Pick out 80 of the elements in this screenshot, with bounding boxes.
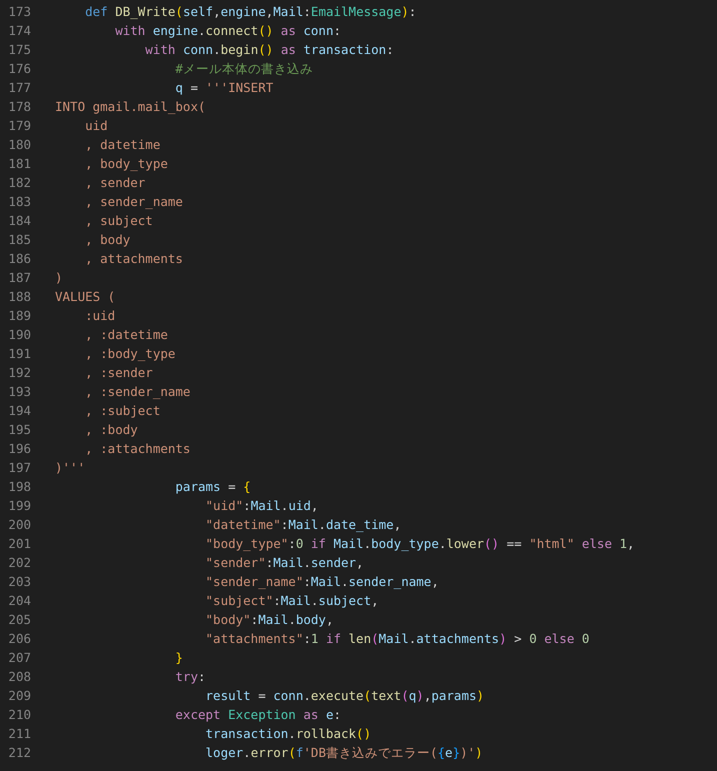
line-number: 201 — [7, 535, 31, 553]
code-line: loger.error(f'DB書き込みでエラー({e})') — [204, 744, 483, 762]
code-line: , :body — [84, 421, 138, 439]
line-number: 186 — [7, 250, 31, 268]
code-line: "subject":Mail.subject, — [204, 592, 379, 610]
line-number: 184 — [7, 212, 31, 230]
code-line: "body_type":0 if Mail.body_type.lower() == "html" else 1, — [204, 535, 635, 553]
code-line: , attachments — [84, 250, 183, 268]
code-line: INTO gmail.mail_box( — [55, 98, 206, 116]
line-number: 179 — [7, 117, 31, 135]
line-number: 188 — [7, 288, 31, 306]
code-line: , subject — [84, 212, 153, 230]
line-number: 197 — [7, 459, 31, 477]
line-number: 206 — [7, 630, 31, 648]
code-line: "attachments":1 if len(Mail.attachments) > 0 else 0 — [204, 630, 590, 648]
code-line: with engine.connect() as conn: — [114, 22, 342, 40]
line-number: 199 — [7, 497, 31, 515]
line-number: 204 — [7, 592, 31, 610]
code-line: except Exception as e: — [174, 706, 342, 724]
code-line: "datetime":Mail.date_time, — [204, 516, 402, 534]
line-number: 190 — [7, 326, 31, 344]
line-number: 202 — [7, 554, 31, 572]
code-line: , :sender_name — [84, 383, 190, 401]
line-number: 174 — [7, 22, 31, 40]
code-line: , body_type — [84, 155, 168, 173]
code-line: q = '''INSERT — [174, 79, 274, 97]
code-line: params = { — [174, 478, 251, 496]
code-line: )''' — [55, 459, 86, 477]
line-number: 189 — [7, 307, 31, 325]
line-number: 198 — [7, 478, 31, 496]
line-number: 173 — [7, 3, 31, 21]
line-number: 211 — [7, 725, 31, 743]
line-number: 203 — [7, 573, 31, 591]
line-number: 205 — [7, 611, 31, 629]
code-line: , :sender — [84, 364, 153, 382]
code-line: , :attachments — [84, 440, 190, 458]
code-line: with conn.begin() as transaction: — [144, 41, 394, 59]
line-number: 200 — [7, 516, 31, 534]
line-number: 208 — [7, 668, 31, 686]
code-line: "body":Mail.body, — [204, 611, 334, 629]
line-number: 195 — [7, 421, 31, 439]
line-number: 185 — [7, 231, 31, 249]
code-line: uid — [84, 117, 108, 135]
code-line: def DB_Write(self,engine,Mail:EmailMessage): — [84, 3, 416, 21]
code-line: } — [174, 649, 183, 667]
code-line: , :datetime — [84, 326, 168, 344]
code-line: transaction.rollback() — [204, 725, 372, 743]
code-line: , :subject — [84, 402, 160, 420]
code-line: result = conn.execute(text(q),params) — [204, 687, 484, 705]
line-number: 187 — [7, 269, 31, 287]
code-line: , sender_name — [84, 193, 183, 211]
line-number: 178 — [7, 98, 31, 116]
code-line: "sender_name":Mail.sender_name, — [204, 573, 439, 591]
code-line: VALUES ( — [55, 288, 116, 306]
line-number: 191 — [7, 345, 31, 363]
code-line: "uid":Mail.uid, — [204, 497, 318, 515]
code-line: , datetime — [84, 136, 160, 154]
line-number: 181 — [7, 155, 31, 173]
line-number: 175 — [7, 41, 31, 59]
line-number: 177 — [7, 79, 31, 97]
line-number: 193 — [7, 383, 31, 401]
line-number: 183 — [7, 193, 31, 211]
code-line: , sender — [84, 174, 146, 192]
code-line: , body — [84, 231, 130, 249]
code-line: "sender":Mail.sender, — [204, 554, 364, 572]
line-number: 212 — [7, 744, 31, 762]
line-number: 196 — [7, 440, 31, 458]
line-number: 192 — [7, 364, 31, 382]
line-number: 180 — [7, 136, 31, 154]
line-number: 209 — [7, 687, 31, 705]
line-number: 207 — [7, 649, 31, 667]
code-line: ) — [55, 269, 63, 287]
code-line: #メール本体の書き込み — [174, 60, 313, 78]
code-line: , :body_type — [84, 345, 176, 363]
code-line: try: — [174, 668, 206, 686]
line-number: 182 — [7, 174, 31, 192]
line-number: 210 — [7, 706, 31, 724]
line-number: 194 — [7, 402, 31, 420]
code-line: :uid — [84, 307, 116, 325]
line-number: 176 — [7, 60, 31, 78]
